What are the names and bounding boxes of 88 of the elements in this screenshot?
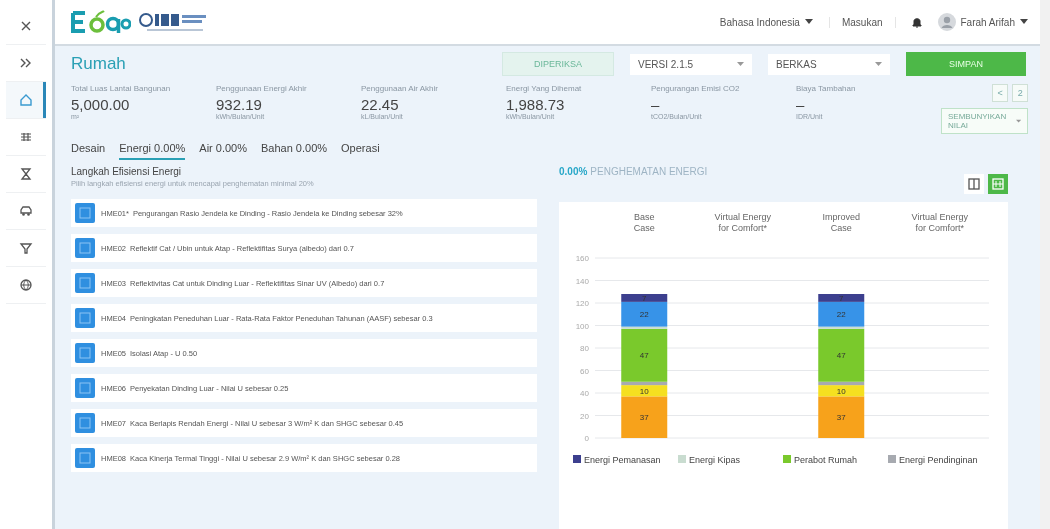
data-label: 10 — [836, 386, 846, 396]
metric-label: Energi Yang Dihemat — [506, 84, 583, 93]
double-chevron-icon — [19, 56, 33, 70]
metric-value: – — [796, 96, 806, 113]
metric-value: – — [651, 96, 661, 113]
tab[interactable]: Air 0.00% — [199, 140, 247, 160]
metric-label: Total Luas Lantai Bangunan — [71, 84, 172, 93]
savings-label: PENGHEMATAN ENERGI — [590, 166, 708, 177]
metric-value: 5,000.00 — [71, 96, 131, 113]
y-tick-label: 160 — [575, 254, 589, 263]
tab[interactable]: Energi 0.00% — [119, 140, 186, 160]
metric-label: Biaya Tambahan — [796, 84, 857, 93]
window-icon — [75, 413, 95, 433]
window-icon — [75, 343, 95, 363]
data-label: 37 — [836, 413, 846, 423]
files-select[interactable]: BERKAS — [768, 53, 890, 75]
data-label: 37 — [639, 413, 649, 423]
legend-label[interactable]: Energi Pemanasan — [584, 455, 661, 465]
y-tick-label: 120 — [575, 299, 589, 308]
y-tick-label: 60 — [580, 366, 589, 376]
y-tick-label: 140 — [575, 276, 589, 286]
category-label: Base Case — [633, 212, 655, 233]
home-icon — [19, 93, 33, 107]
funnel-icon — [19, 241, 33, 255]
metric-value: 22.45 — [361, 96, 400, 113]
window-icon — [75, 378, 95, 398]
y-tick-label: 100 — [575, 321, 589, 331]
y-tick-label: 40 — [580, 389, 589, 398]
savings-percent: 0.00% — [559, 166, 588, 177]
metric-value: 932.19 — [216, 96, 263, 113]
window-icon — [75, 238, 95, 258]
y-tick-label: 0 — [584, 434, 589, 443]
window-icon — [75, 448, 95, 468]
bell-icon[interactable] — [911, 16, 922, 28]
legend-swatch — [573, 455, 581, 463]
data-label: 22 — [639, 310, 649, 320]
metric-label: Penggunaan Energi Akhir — [216, 84, 308, 93]
category-label: Virtual Energy for Comfort* — [911, 212, 968, 233]
caret-icon — [875, 61, 882, 67]
metric-label: Penggunaan Air Akhir — [361, 84, 439, 93]
y-tick-label: 80 — [580, 344, 589, 353]
legend-label[interactable]: Energi Kipas — [689, 455, 741, 465]
tab[interactable]: Bahan 0.00% — [261, 140, 328, 160]
globe-icon — [19, 278, 33, 292]
caret-icon — [737, 61, 744, 67]
data-label: 22 — [836, 310, 846, 320]
page-title: Rumah — [71, 54, 126, 74]
legend-swatch — [888, 455, 896, 463]
hourglass-icon — [19, 167, 33, 181]
caret-icon — [1016, 118, 1022, 124]
legend-label[interactable]: Energi Pendinginan — [899, 455, 978, 465]
y-tick-label: 20 — [580, 411, 589, 421]
data-label: 47 — [639, 351, 649, 361]
data-label: 10 — [639, 386, 649, 396]
feedback-link[interactable]: Masukan — [828, 16, 896, 28]
data-label: 7 — [839, 293, 844, 303]
user-menu[interactable]: Farah Arifah — [937, 13, 1028, 31]
status-badge: DIPERIKSA — [502, 52, 614, 76]
legend-label[interactable]: Perabot Rumah — [794, 455, 858, 465]
metric-value: 1,988.73 — [506, 96, 566, 113]
version-select[interactable]: VERSI 2.1.5 — [630, 53, 752, 75]
window-icon — [75, 273, 95, 293]
caret-icon — [804, 19, 813, 25]
partner-logo-icon — [137, 10, 207, 34]
edge-logo-icon — [69, 9, 131, 35]
window-icon — [75, 203, 95, 223]
view-toggle-button[interactable] — [988, 174, 1008, 194]
legend-swatch — [783, 455, 791, 463]
tab[interactable]: Desain — [71, 140, 106, 160]
grid-icon — [19, 130, 33, 144]
section-title: Langkah Efisiensi Energi — [71, 166, 183, 177]
tab[interactable]: Operasi — [341, 140, 380, 160]
metric-label: Pengurangan Emisi CO2 — [651, 84, 741, 93]
language-dropdown[interactable]: Bahasa Indonesia — [719, 16, 813, 28]
data-label: 7 — [642, 293, 647, 303]
data-label: 47 — [836, 351, 846, 361]
columns-icon — [967, 177, 981, 191]
close-icon — [19, 19, 33, 33]
category-label: Virtual Energy for Comfort* — [714, 212, 771, 233]
category-label: Improved Case — [822, 212, 860, 233]
car-icon — [19, 204, 33, 218]
caret-icon — [1020, 19, 1028, 25]
window-icon — [75, 308, 95, 328]
chart-icon — [991, 177, 1005, 191]
legend-swatch — [678, 455, 686, 463]
avatar-icon — [937, 13, 956, 31]
sidebar-item[interactable] — [6, 82, 46, 119]
view-toggle-button[interactable] — [964, 174, 984, 194]
